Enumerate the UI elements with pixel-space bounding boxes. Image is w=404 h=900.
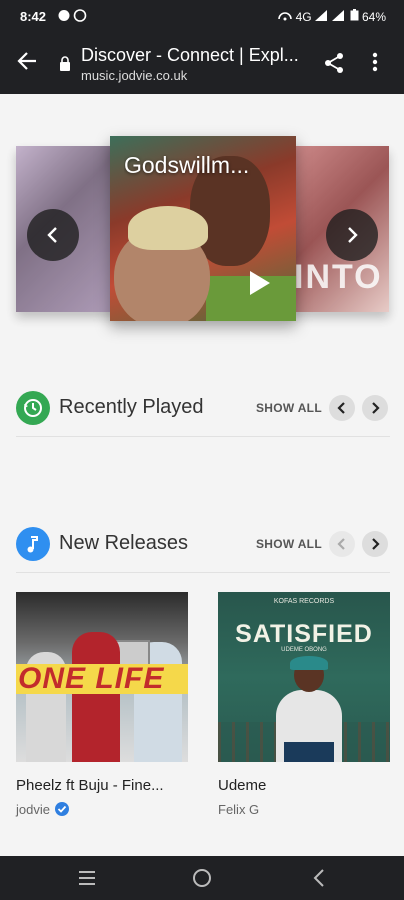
- browser-toolbar: Discover - Connect | Expl... music.jodvi…: [0, 34, 404, 94]
- music-note-icon: [16, 527, 50, 561]
- signal-icon: [314, 10, 327, 21]
- status-time: 8:42: [20, 9, 47, 24]
- status-right: 4G 64%: [278, 9, 386, 24]
- chevron-left-icon: [47, 227, 57, 243]
- signal-icon-2: [332, 10, 345, 21]
- page-content: INTO Godswillm... Recently Played SHOW A…: [0, 94, 404, 856]
- new-releases-show-all[interactable]: SHOW ALL: [256, 537, 322, 551]
- recently-played-header: Recently Played SHOW ALL: [16, 388, 390, 428]
- recently-played-prev[interactable]: [329, 395, 355, 421]
- page-title[interactable]: Discover - Connect | Expl...: [81, 45, 306, 66]
- section-divider: [16, 572, 390, 573]
- cover-text: ONE LIFE: [18, 662, 165, 695]
- release-cover[interactable]: ONE LIFE: [16, 592, 188, 762]
- carousel-slide-current[interactable]: Godswillm...: [110, 136, 296, 321]
- carousel-next-text: INTO: [294, 258, 383, 296]
- more-vert-icon[interactable]: [372, 50, 378, 79]
- system-back-icon[interactable]: [311, 868, 327, 893]
- new-releases-header: New Releases SHOW ALL: [16, 524, 390, 564]
- new-releases-next[interactable]: [362, 531, 388, 557]
- new-releases-title: New Releases: [59, 532, 188, 554]
- cover-text: SATISFIED: [235, 620, 373, 648]
- notification-app-icons: [58, 9, 87, 22]
- cover-figure: [72, 632, 120, 762]
- recent-apps-icon[interactable]: [77, 868, 97, 893]
- chevron-left-icon: [337, 402, 345, 414]
- share-icon[interactable]: [322, 51, 346, 80]
- new-releases-prev[interactable]: [329, 531, 355, 557]
- recently-played-next[interactable]: [362, 395, 388, 421]
- carousel-next-button[interactable]: [326, 209, 378, 261]
- release-title[interactable]: Udeme: [218, 777, 266, 794]
- release-artist[interactable]: jodvie: [16, 802, 69, 819]
- carousel-title: Godswillm...: [124, 152, 250, 178]
- verified-badge-icon: [54, 802, 69, 819]
- page-url[interactable]: music.jodvie.co.uk: [81, 68, 187, 83]
- chevron-right-icon: [348, 227, 358, 243]
- recently-played-show-all[interactable]: SHOW ALL: [256, 401, 322, 415]
- chevron-right-icon: [372, 538, 380, 550]
- carousel-prev-button[interactable]: [27, 209, 79, 261]
- back-arrow-icon[interactable]: [16, 50, 38, 77]
- cover-child-hair: [128, 206, 208, 250]
- battery-icon: [350, 9, 359, 21]
- section-divider: [16, 436, 390, 437]
- release-title[interactable]: Pheelz ft Buju - Fine...: [16, 777, 164, 794]
- release-artist-name[interactable]: jodvie: [16, 802, 50, 817]
- release-artist[interactable]: Felix G: [218, 802, 259, 817]
- system-navigation-bar: [0, 856, 404, 900]
- cover-small-text-2: UDEME OBONG: [281, 647, 327, 653]
- home-icon[interactable]: [192, 868, 212, 893]
- history-icon: [16, 391, 50, 425]
- cover-figure-hat: [290, 656, 328, 670]
- chevron-right-icon: [372, 402, 380, 414]
- network-type: 4G: [295, 10, 312, 24]
- cover-small-text: KOFAS RECORDS: [273, 598, 335, 605]
- cover-plate: [284, 742, 334, 762]
- status-bar: 8:42 4G 64%: [0, 0, 404, 34]
- hotspot-icon: [278, 12, 293, 21]
- play-icon[interactable]: [250, 271, 270, 295]
- notification-icons: [58, 9, 90, 25]
- release-cover[interactable]: KOFAS RECORDS SATISFIED UDEME OBONG: [218, 592, 390, 762]
- lock-icon: [59, 56, 71, 76]
- chevron-left-icon: [337, 538, 345, 550]
- battery-level: 64%: [361, 10, 386, 24]
- recently-played-title: Recently Played: [59, 396, 204, 418]
